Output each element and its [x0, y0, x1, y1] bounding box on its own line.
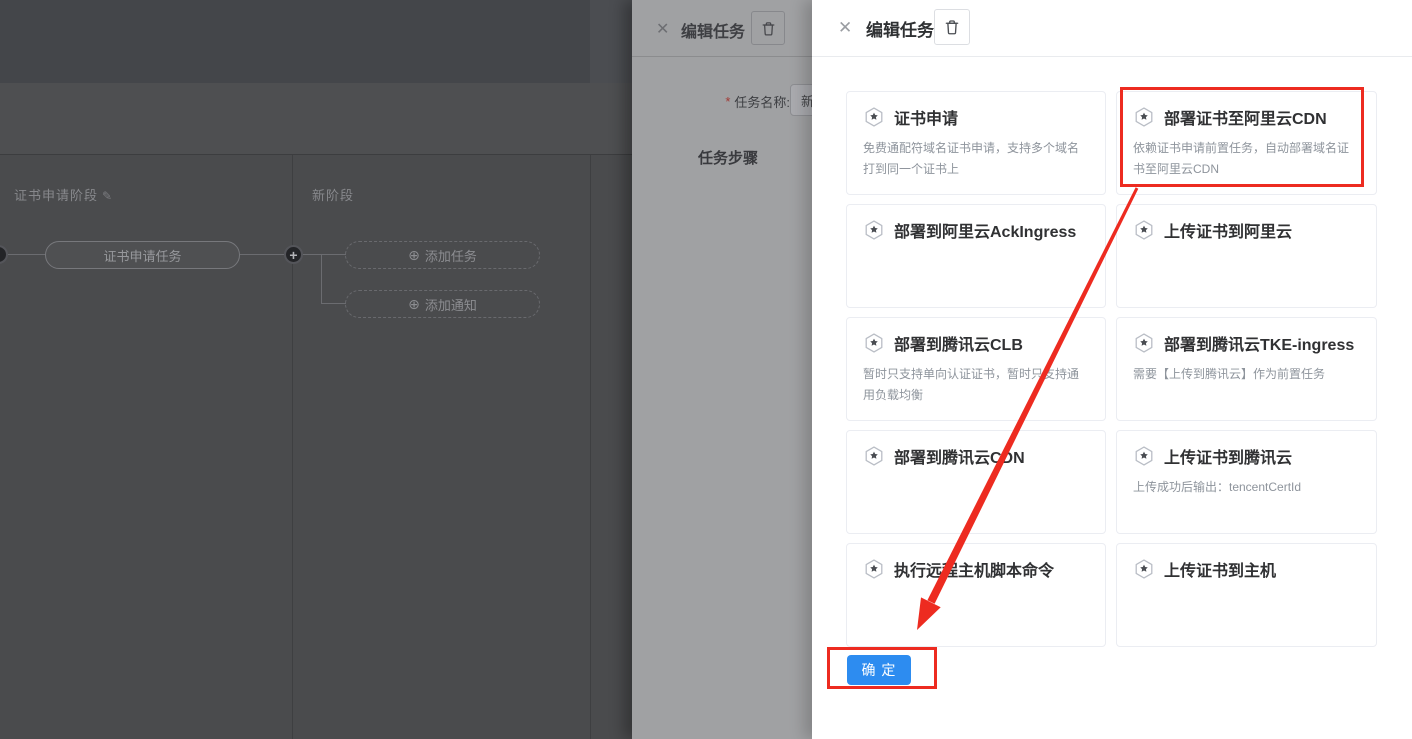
task-name-field-label: * 任务名称: [632, 92, 790, 111]
task-card-description: 需要【上传到腾讯云】作为前置任务 [1133, 364, 1360, 385]
confirm-button[interactable]: 确 定 [847, 655, 911, 685]
trash-icon [760, 20, 777, 37]
task-name-value: 新 [801, 91, 812, 110]
stage-divider-1 [292, 155, 293, 739]
stage-title-text: 新阶段 [312, 188, 354, 203]
required-asterisk: * [725, 94, 730, 109]
task-card-title: 部署到腾讯云CDN [894, 444, 1025, 468]
task-card-title: 上传证书到腾讯云 [1164, 444, 1292, 468]
task-name-input[interactable]: 新 [790, 84, 812, 116]
edit-task-drawer-back: ✕ 编辑任务 * 任务名称: 新 任务步骤 [632, 0, 812, 739]
task-card-description: 依赖证书申请前置任务，自动部署域名证书至阿里云CDN [1133, 138, 1360, 180]
task-card-title: 执行远程主机脚本命令 [894, 557, 1054, 581]
task-hexagon-icon [1133, 332, 1155, 354]
card-header: 部署到阿里云AckIngress [863, 218, 1089, 242]
drawer-header: ✕ 编辑任务 [632, 0, 812, 57]
task-hexagon-icon [1133, 558, 1155, 580]
task-card-title: 证书申请 [894, 105, 958, 129]
app-root: 证书申请阶段 ✎ 新阶段 + 证书申请任务 ⊕ 添加任务 ⊕ [0, 0, 1412, 739]
stage-title-text: 证书申请阶段 [14, 188, 98, 203]
task-hexagon-icon [863, 332, 885, 354]
edge-line [321, 303, 346, 304]
task-card-7[interactable]: 部署到腾讯云CDN [846, 430, 1106, 534]
edge-line [321, 255, 322, 304]
task-card-description: 暂时只支持单向认证证书，暂时只支持通用负载均衡 [863, 364, 1089, 406]
task-card-description: 上传成功后输出：tencentCertId [1133, 477, 1360, 498]
circle-plus-icon: ⊕ [408, 248, 420, 262]
task-card-3[interactable]: 部署到阿里云AckIngress [846, 204, 1106, 308]
card-header: 上传证书到阿里云 [1133, 218, 1360, 242]
start-node [0, 245, 8, 264]
task-hexagon-icon [863, 106, 885, 128]
task-card-title: 上传证书到主机 [1164, 557, 1276, 581]
task-card-8[interactable]: 上传证书到腾讯云 上传成功后输出：tencentCertId [1116, 430, 1377, 534]
add-notice-label: 添加通知 [425, 295, 477, 314]
task-card-title: 部署到腾讯云TKE-ingress [1164, 331, 1354, 355]
drawer-title: 编辑任务 [681, 18, 745, 42]
stage-title-new: 新阶段 [312, 185, 354, 204]
edge-line [302, 254, 346, 255]
edge-line [240, 254, 286, 255]
page-toolbar-band [0, 83, 632, 155]
task-card-1[interactable]: 证书申请 免费通配符域名证书申请，支持多个域名打到同一个证书上 [846, 91, 1106, 195]
task-name-label-text: 任务名称: [734, 92, 790, 111]
task-card-2[interactable]: 部署证书至阿里云CDN 依赖证书申请前置任务，自动部署域名证书至阿里云CDN [1116, 91, 1377, 195]
task-hexagon-icon [1133, 106, 1155, 128]
task-card-6[interactable]: 部署到腾讯云TKE-ingress 需要【上传到腾讯云】作为前置任务 [1116, 317, 1377, 421]
workflow-canvas: 证书申请阶段 ✎ 新阶段 + 证书申请任务 ⊕ 添加任务 ⊕ [0, 155, 632, 739]
task-hexagon-icon [863, 445, 885, 467]
stage-title-cert-apply: 证书申请阶段 ✎ [14, 185, 113, 204]
task-card-title: 部署证书至阿里云CDN [1164, 105, 1327, 129]
task-card-grid: 证书申请 免费通配符域名证书申请，支持多个域名打到同一个证书上 部署证书至阿里云… [846, 91, 1378, 647]
page-header-band [0, 0, 632, 83]
add-task-label: 添加任务 [425, 246, 477, 265]
add-stage-plus-button[interactable]: + [284, 245, 303, 264]
task-hexagon-icon [863, 558, 885, 580]
add-task-button[interactable]: ⊕ 添加任务 [345, 241, 540, 269]
card-header: 部署到腾讯云CLB [863, 331, 1089, 355]
edit-pencil-icon[interactable]: ✎ [102, 189, 113, 203]
card-header: 上传证书到腾讯云 [1133, 444, 1360, 468]
task-card-5[interactable]: 部署到腾讯云CLB 暂时只支持单向认证证书，暂时只支持通用负载均衡 [846, 317, 1106, 421]
drawer-title: 编辑任务 [866, 16, 934, 41]
edit-task-drawer: ✕ 编辑任务 证书申请 免费通配符域名证书申请，支持多个域名打到同一个证书上 [812, 0, 1412, 739]
stage-divider-2 [590, 155, 591, 739]
delete-task-button[interactable] [934, 9, 970, 45]
task-node-label: 证书申请任务 [103, 246, 181, 265]
trash-icon [943, 18, 961, 36]
task-steps-heading: 任务步骤 [698, 147, 758, 168]
card-header: 执行远程主机脚本命令 [863, 557, 1089, 581]
task-card-title: 部署到阿里云AckIngress [894, 218, 1076, 242]
task-card-description: 免费通配符域名证书申请，支持多个域名打到同一个证书上 [863, 138, 1089, 180]
page-header-band-right [590, 0, 632, 83]
workflow-page: 证书申请阶段 ✎ 新阶段 + 证书申请任务 ⊕ 添加任务 ⊕ [0, 0, 632, 739]
card-header: 部署到腾讯云CDN [863, 444, 1089, 468]
task-node-cert-apply[interactable]: 证书申请任务 [45, 241, 240, 269]
close-icon[interactable]: ✕ [838, 18, 852, 38]
card-header: 证书申请 [863, 105, 1089, 129]
circle-plus-icon: ⊕ [408, 297, 420, 311]
card-header: 部署到腾讯云TKE-ingress [1133, 331, 1360, 355]
task-card-10[interactable]: 上传证书到主机 [1116, 543, 1377, 647]
task-hexagon-icon [1133, 219, 1155, 241]
task-hexagon-icon [1133, 445, 1155, 467]
plus-icon: + [289, 248, 297, 262]
task-card-title: 部署到腾讯云CLB [894, 331, 1023, 355]
drawer-header: ✕ 编辑任务 [812, 0, 1412, 57]
add-notice-button[interactable]: ⊕ 添加通知 [345, 290, 540, 318]
task-card-title: 上传证书到阿里云 [1164, 218, 1292, 242]
delete-task-button[interactable] [751, 11, 785, 45]
close-icon[interactable]: ✕ [656, 19, 669, 39]
card-header: 部署证书至阿里云CDN [1133, 105, 1360, 129]
task-card-9[interactable]: 执行远程主机脚本命令 [846, 543, 1106, 647]
task-hexagon-icon [863, 219, 885, 241]
task-card-4[interactable]: 上传证书到阿里云 [1116, 204, 1377, 308]
card-header: 上传证书到主机 [1133, 557, 1360, 581]
